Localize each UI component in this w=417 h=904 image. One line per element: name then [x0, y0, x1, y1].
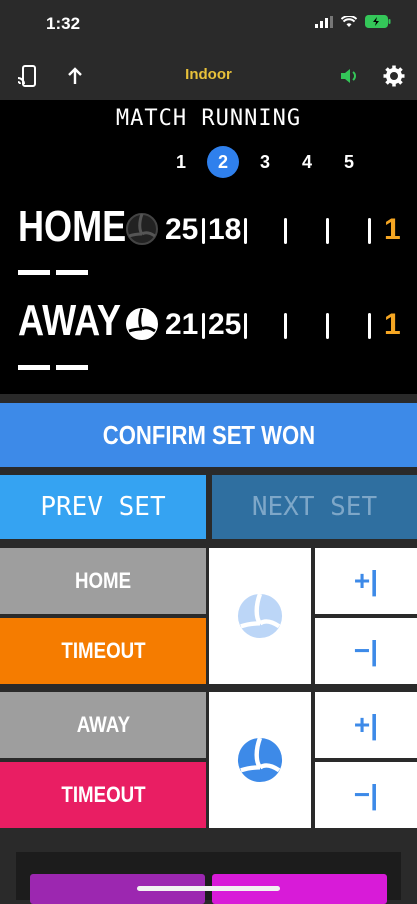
match-state: MATCH RUNNING — [115, 106, 302, 131]
volleyball-icon — [126, 308, 158, 340]
separator-tick — [326, 313, 329, 339]
away-score-set-2: 25 — [208, 308, 242, 341]
battery-icon — [365, 15, 391, 28]
away-timeout-button[interactable]: TIMEOUT — [0, 762, 206, 828]
status-bar: 1:32 — [0, 0, 417, 50]
separator-tick — [284, 218, 287, 244]
away-timeout-label: TIMEOUT — [60, 782, 146, 807]
home-sets-won: 1 — [384, 213, 401, 246]
home-minus-button[interactable]: −| — [315, 618, 417, 684]
set-number-5[interactable]: 5 — [328, 152, 370, 178]
signal-icon — [315, 15, 333, 28]
set-number-4[interactable]: 4 — [286, 152, 328, 178]
away-panel-button[interactable]: AWAY — [0, 692, 206, 758]
volleyball-icon — [237, 737, 283, 783]
away-sets-won: 1 — [384, 308, 401, 341]
away-team-name: AWAY — [18, 296, 121, 345]
separator-tick — [326, 218, 329, 244]
separator-tick — [368, 313, 371, 339]
home-timeout-label: TIMEOUT — [60, 638, 146, 663]
set-number-1[interactable]: 1 — [160, 152, 202, 178]
home-panel-label: HOME — [74, 568, 132, 593]
set-numbers: 1 2 3 4 5 — [160, 146, 370, 178]
home-timeout-button[interactable]: TIMEOUT — [0, 618, 206, 684]
status-icons — [315, 15, 391, 28]
home-team-name: HOME — [18, 202, 127, 251]
sound-button[interactable] — [336, 62, 364, 90]
speaker-icon — [341, 69, 356, 83]
away-minus-button[interactable]: −| — [315, 762, 417, 828]
away-serve-button[interactable] — [209, 692, 311, 828]
home-score-set-1: 25 — [165, 213, 199, 246]
wifi-icon — [341, 15, 357, 27]
set-number-3[interactable]: 3 — [244, 152, 286, 178]
home-timeout-mark-1 — [18, 270, 50, 275]
confirm-set-won-button[interactable]: CONFIRM SET WON — [0, 403, 417, 467]
home-panel-button[interactable]: HOME — [0, 548, 206, 614]
confirm-label: CONFIRM SET WON — [102, 420, 315, 450]
gear-icon — [383, 65, 405, 87]
away-plus-button[interactable]: +| — [315, 692, 417, 758]
next-set-button[interactable]: NEXT SET — [212, 475, 417, 539]
away-score-set-1: 21 — [165, 308, 199, 341]
toolbar: Indoor — [0, 50, 417, 100]
home-plus-button[interactable]: +| — [315, 548, 417, 614]
scoreboard: MATCH RUNNING 1 2 3 4 5 HOME 25 18 1 AWA… — [0, 100, 417, 394]
separator-tick — [284, 313, 287, 339]
volleyball-icon — [126, 213, 158, 245]
away-timeout-mark-1 — [18, 365, 50, 370]
separator-tick — [244, 218, 247, 244]
separator-tick — [368, 218, 371, 244]
separator-tick — [202, 313, 205, 339]
set-number-2-active[interactable]: 2 — [202, 146, 244, 178]
prev-set-button[interactable]: PREV SET — [0, 475, 206, 539]
status-time: 1:32 — [46, 14, 81, 33]
away-timeout-mark-2 — [56, 365, 88, 370]
separator-tick — [244, 313, 247, 339]
home-serve-button[interactable] — [209, 548, 311, 684]
home-indicator — [137, 886, 280, 891]
volleyball-icon — [237, 593, 283, 639]
set-number-label: 2 — [207, 146, 239, 178]
away-panel-label: AWAY — [76, 712, 130, 737]
home-timeout-mark-2 — [56, 270, 88, 275]
settings-button[interactable] — [380, 62, 408, 90]
home-score-set-2: 18 — [208, 213, 242, 246]
separator-tick — [202, 218, 205, 244]
